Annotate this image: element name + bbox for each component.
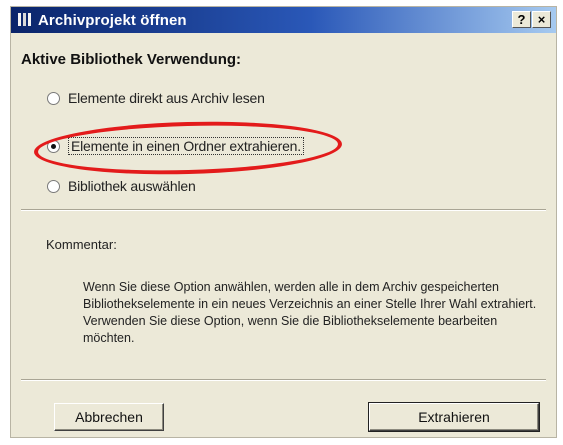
annotation-ellipse: [33, 117, 343, 179]
archive-open-dialog: Archivprojekt öffnen ? × Aktive Biblioth…: [10, 6, 557, 438]
section-heading: Aktive Bibliothek Verwendung:: [21, 51, 242, 68]
cancel-button[interactable]: Abbrechen: [54, 403, 164, 431]
option-choose-library[interactable]: Bibliothek auswählen: [47, 175, 196, 197]
radio-icon[interactable]: [47, 91, 60, 105]
option-label: Elemente direkt aus Archiv lesen: [68, 90, 265, 106]
divider-bottom: [21, 379, 546, 381]
app-icon: [18, 13, 32, 26]
comment-text: Wenn Sie diese Option anwählen, werden a…: [83, 280, 537, 345]
radio-icon[interactable]: [47, 179, 60, 193]
close-button[interactable]: ×: [532, 11, 551, 28]
divider-top: [21, 209, 546, 211]
option-read-from-archive[interactable]: Elemente direkt aus Archiv lesen: [47, 87, 265, 109]
title-bar[interactable]: Archivprojekt öffnen ? ×: [11, 7, 556, 33]
window-title: Archivprojekt öffnen: [38, 12, 187, 29]
help-button[interactable]: ?: [512, 11, 531, 28]
comment-label: Kommentar:: [46, 237, 117, 252]
option-label: Bibliothek auswählen: [68, 178, 196, 194]
extract-button[interactable]: Extrahieren: [368, 402, 540, 432]
